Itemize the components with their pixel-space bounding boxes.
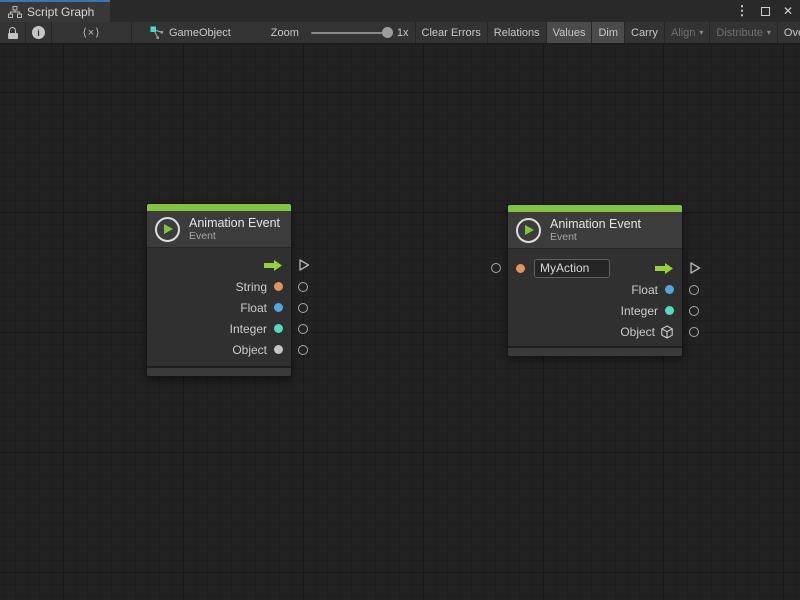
- relations-button[interactable]: Relations: [488, 22, 547, 43]
- tab-label: Script Graph: [27, 5, 94, 19]
- object-output-port[interactable]: [298, 345, 308, 355]
- tab-script-graph[interactable]: Script Graph: [0, 0, 110, 22]
- integer-output-port[interactable]: [689, 306, 699, 316]
- flow-output-port[interactable]: [689, 261, 701, 275]
- port-label: Float: [240, 301, 267, 315]
- port-row-string: String: [147, 276, 291, 297]
- integer-output-port[interactable]: [298, 324, 308, 334]
- node-footer: [147, 366, 291, 376]
- float-output-port[interactable]: [298, 303, 308, 313]
- port-label: String: [236, 280, 267, 294]
- zoom-control: Zoom 1x: [271, 22, 409, 43]
- info-button[interactable]: i: [26, 22, 52, 43]
- zoom-value: 1x: [397, 27, 409, 39]
- node-accent-bar: [147, 204, 291, 211]
- port-row-integer: Integer: [147, 318, 291, 339]
- integer-dot-icon: [665, 306, 674, 315]
- port-row-integer: Integer: [508, 300, 682, 321]
- maximize-icon[interactable]: [757, 3, 773, 19]
- values-toggle[interactable]: Values: [547, 22, 593, 43]
- node-header[interactable]: Animation Event Event: [147, 211, 291, 248]
- zoom-label: Zoom: [271, 27, 299, 39]
- flow-output-port[interactable]: [298, 258, 310, 272]
- info-icon: i: [32, 26, 45, 39]
- flow-output-row: [147, 254, 291, 276]
- chevron-down-icon: ▾: [767, 28, 771, 37]
- cube-icon: [660, 325, 674, 339]
- flow-arrow-icon: [654, 262, 674, 275]
- node-accent-bar: [508, 205, 682, 212]
- action-name-input[interactable]: [534, 259, 610, 278]
- string-output-port[interactable]: [298, 282, 308, 292]
- float-dot-icon: [274, 303, 283, 312]
- string-dot-icon: [516, 264, 525, 273]
- gameobject-label: GameObject: [169, 27, 231, 39]
- zoom-slider-handle[interactable]: [382, 27, 393, 38]
- chevron-down-icon: ▾: [699, 28, 703, 37]
- integer-dot-icon: [274, 324, 283, 333]
- string-dot-icon: [274, 282, 283, 291]
- node-animation-event-1[interactable]: Animation Event Event String Float: [146, 203, 292, 377]
- node-title: Animation Event: [189, 216, 280, 230]
- object-output-port[interactable]: [689, 327, 699, 337]
- port-label: Integer: [230, 322, 267, 336]
- object-dot-icon: [274, 345, 283, 354]
- distribute-label: Distribute: [716, 27, 762, 39]
- port-label: Float: [631, 283, 658, 297]
- port-row-float: Float: [508, 279, 682, 300]
- event-play-icon: [516, 218, 541, 243]
- toolbar-toggles: Clear Errors Relations Values Dim Carry …: [415, 22, 800, 43]
- float-output-port[interactable]: [689, 285, 699, 295]
- carry-toggle[interactable]: Carry: [625, 22, 665, 43]
- node-animation-event-2[interactable]: Animation Event Event Float: [507, 204, 683, 357]
- lock-button[interactable]: [0, 22, 26, 43]
- window-controls: ⋮ ✕: [734, 0, 796, 22]
- clear-errors-button[interactable]: Clear Errors: [415, 22, 488, 43]
- lock-icon: [8, 27, 18, 39]
- node-subtitle: Event: [189, 230, 280, 242]
- flow-arrow-icon: [263, 259, 283, 272]
- align-label: Align: [671, 27, 695, 39]
- node-footer: [508, 346, 682, 356]
- port-row-object: Object: [508, 321, 682, 342]
- node-title: Animation Event: [550, 217, 641, 231]
- node-body: String Float Integer Object: [147, 248, 291, 366]
- name-input-port[interactable]: [491, 263, 501, 273]
- node-subtitle: Event: [550, 231, 641, 243]
- port-label: Integer: [621, 304, 658, 318]
- graph-toolbar: i ⟨×⟩ GameObject Zoom 1x Clear Errors Re…: [0, 22, 800, 44]
- event-play-icon: [155, 217, 180, 242]
- graph-canvas[interactable]: Animation Event Event String Float: [0, 44, 800, 600]
- port-label: Object: [232, 343, 267, 357]
- window-menu-icon[interactable]: ⋮: [734, 3, 750, 19]
- close-icon[interactable]: ✕: [780, 3, 796, 19]
- graph-icon: [8, 6, 22, 18]
- zoom-slider[interactable]: [311, 32, 389, 34]
- float-dot-icon: [665, 285, 674, 294]
- node-body: Float Integer Object: [508, 249, 682, 346]
- port-row-float: Float: [147, 297, 291, 318]
- port-label: Object: [620, 325, 655, 339]
- align-dropdown[interactable]: Align ▾: [665, 22, 710, 43]
- dim-toggle[interactable]: Dim: [592, 22, 625, 43]
- name-input-row: [508, 257, 682, 279]
- distribute-dropdown[interactable]: Distribute ▾: [710, 22, 777, 43]
- node-header[interactable]: Animation Event Event: [508, 212, 682, 249]
- overview-button[interactable]: Overv: [778, 22, 800, 43]
- title-bar: Script Graph ⋮ ✕: [0, 0, 800, 22]
- gameobject-icon: [150, 26, 164, 39]
- graph-target[interactable]: GameObject: [140, 22, 241, 43]
- port-row-object: Object: [147, 339, 291, 360]
- code-view-button[interactable]: ⟨×⟩: [52, 22, 132, 43]
